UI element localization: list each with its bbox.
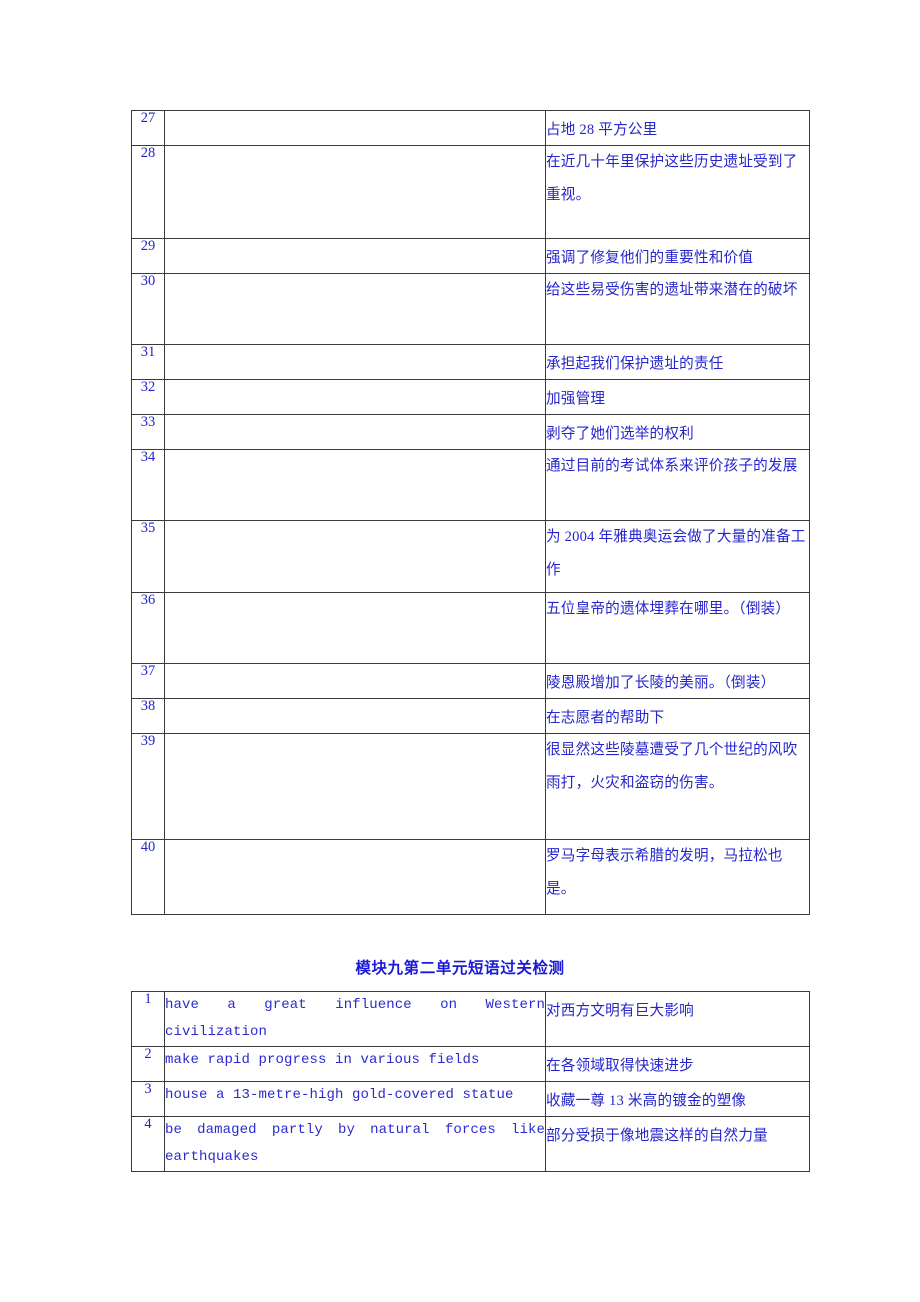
row-number: 4 <box>131 1116 165 1172</box>
chinese-cell: 占地 28 平方公里 <box>545 110 810 146</box>
chinese-cell: 部分受损于像地震这样的自然力量 <box>545 1116 810 1172</box>
row-number: 32 <box>131 379 165 415</box>
chinese-cell: 陵恩殿增加了长陵的美丽。（倒装） <box>545 663 810 699</box>
chinese-cell: 在志愿者的帮助下 <box>545 698 810 734</box>
english-cell[interactable] <box>164 449 546 521</box>
chinese-cell: 承担起我们保护遗址的责任 <box>545 344 810 380</box>
table-row: 4 be damaged partly by natural forces li… <box>131 1116 810 1172</box>
chinese-cell: 在各领域取得快速进步 <box>545 1046 810 1082</box>
chinese-cell: 对西方文明有巨大影响 <box>545 991 810 1047</box>
english-cell[interactable] <box>164 344 546 380</box>
chinese-cell: 很显然这些陵墓遭受了几个世纪的风吹雨打，火灾和盗窃的伤害。 <box>545 733 810 840</box>
row-number: 27 <box>131 110 165 146</box>
english-cell[interactable] <box>164 110 546 146</box>
english-line: earthquakes <box>165 1149 259 1165</box>
chinese-cell: 收藏一尊 13 米高的镀金的塑像 <box>545 1081 810 1117</box>
chinese-cell: 罗马字母表示希腊的发明，马拉松也是。 <box>545 839 810 915</box>
english-cell[interactable] <box>164 698 546 734</box>
english-line: make rapid progress in various fields <box>165 1052 480 1068</box>
table-row: 27 占地 28 平方公里 <box>131 110 810 146</box>
english-cell[interactable] <box>164 592 546 664</box>
english-cell[interactable] <box>164 145 546 239</box>
english-cell[interactable] <box>164 663 546 699</box>
chinese-cell: 给这些易受伤害的遗址带来潜在的破坏 <box>545 273 810 345</box>
table-row: 28 在近几十年里保护这些历史遗址受到了重视。 <box>131 145 810 239</box>
phrase-table-bottom: 1 have a great influence on Western civi… <box>131 991 810 1172</box>
chinese-cell: 通过目前的考试体系来评价孩子的发展 <box>545 449 810 521</box>
english-cell[interactable] <box>164 379 546 415</box>
phrase-table-top: 27 占地 28 平方公里 28 在近几十年里保护这些历史遗址受到了重视。 29… <box>131 110 810 915</box>
table-row: 37 陵恩殿增加了长陵的美丽。（倒装） <box>131 663 810 699</box>
row-number: 1 <box>131 991 165 1047</box>
row-number: 2 <box>131 1046 165 1082</box>
english-line: house a 13-metre-high gold-covered statu… <box>165 1087 514 1103</box>
english-cell[interactable]: house a 13-metre-high gold-covered statu… <box>164 1081 546 1117</box>
english-cell[interactable] <box>164 273 546 345</box>
table-row: 1 have a great influence on Western civi… <box>131 991 810 1047</box>
row-number: 39 <box>131 733 165 840</box>
english-line: have a great influence on Western civili… <box>165 997 545 1040</box>
chinese-cell: 为 2004 年雅典奥运会做了大量的准备工作 <box>545 520 810 593</box>
row-number: 34 <box>131 449 165 521</box>
table-row: 34 通过目前的考试体系来评价孩子的发展 <box>131 449 810 521</box>
english-cell[interactable] <box>164 414 546 450</box>
table-row: 3 house a 13-metre-high gold-covered sta… <box>131 1081 810 1117</box>
row-number: 38 <box>131 698 165 734</box>
row-number: 28 <box>131 145 165 239</box>
chinese-cell: 五位皇帝的遗体埋葬在哪里。（倒装） <box>545 592 810 664</box>
english-cell[interactable] <box>164 238 546 274</box>
table-row: 39 很显然这些陵墓遭受了几个世纪的风吹雨打，火灾和盗窃的伤害。 <box>131 733 810 840</box>
english-line: be damaged partly by natural forces like <box>165 1122 545 1138</box>
chinese-cell: 在近几十年里保护这些历史遗址受到了重视。 <box>545 145 810 239</box>
row-number: 3 <box>131 1081 165 1117</box>
row-number: 31 <box>131 344 165 380</box>
english-cell[interactable] <box>164 520 546 593</box>
table-row: 29 强调了修复他们的重要性和价值 <box>131 238 810 274</box>
row-number: 37 <box>131 663 165 699</box>
english-cell[interactable] <box>164 733 546 840</box>
row-number: 35 <box>131 520 165 593</box>
row-number: 30 <box>131 273 165 345</box>
row-number: 33 <box>131 414 165 450</box>
english-cell[interactable] <box>164 839 546 915</box>
table-row: 30 给这些易受伤害的遗址带来潜在的破坏 <box>131 273 810 345</box>
row-number: 36 <box>131 592 165 664</box>
english-cell[interactable]: make rapid progress in various fields <box>164 1046 546 1082</box>
row-number: 40 <box>131 839 165 915</box>
table-row: 38 在志愿者的帮助下 <box>131 698 810 734</box>
table-row: 31 承担起我们保护遗址的责任 <box>131 344 810 380</box>
document-page: 27 占地 28 平方公里 28 在近几十年里保护这些历史遗址受到了重视。 29… <box>0 0 920 1302</box>
table-row: 33 剥夺了她们选举的权利 <box>131 414 810 450</box>
table-row: 35 为 2004 年雅典奥运会做了大量的准备工作 <box>131 520 810 593</box>
chinese-cell: 加强管理 <box>545 379 810 415</box>
table-row: 36 五位皇帝的遗体埋葬在哪里。（倒装） <box>131 592 810 664</box>
table-row: 2 make rapid progress in various fields … <box>131 1046 810 1082</box>
row-number: 29 <box>131 238 165 274</box>
table-row: 32 加强管理 <box>131 379 810 415</box>
section-heading: 模块九第二单元短语过关检测 <box>355 960 565 977</box>
english-cell[interactable]: be damaged partly by natural forces like… <box>164 1116 546 1172</box>
chinese-cell: 强调了修复他们的重要性和价值 <box>545 238 810 274</box>
chinese-cell: 剥夺了她们选举的权利 <box>545 414 810 450</box>
english-cell[interactable]: have a great influence on Western civili… <box>164 991 546 1047</box>
table-row: 40 罗马字母表示希腊的发明，马拉松也是。 <box>131 839 810 915</box>
